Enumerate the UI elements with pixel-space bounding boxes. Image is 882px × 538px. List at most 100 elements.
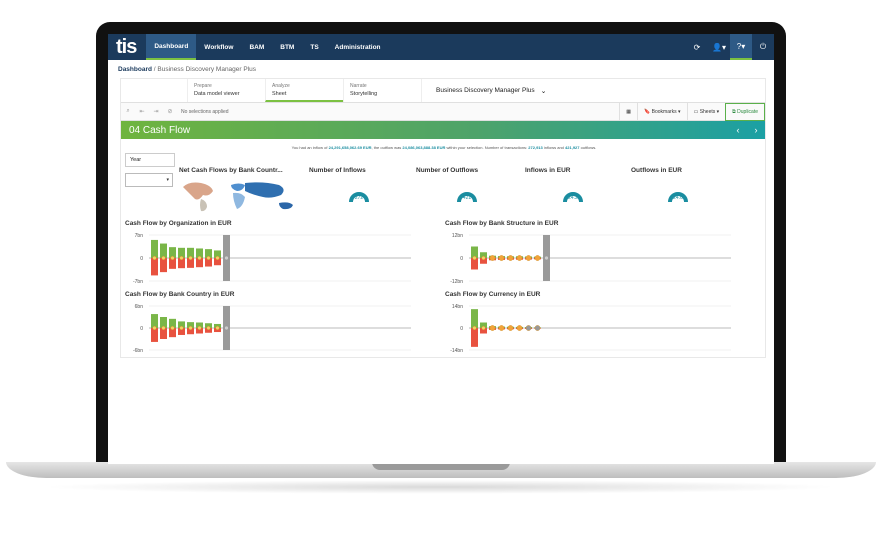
sheets-button[interactable]: ▭ Sheets ▾: [686, 102, 726, 121]
y-tick-label: -7bn: [133, 279, 143, 285]
net-marker: [489, 255, 496, 261]
net-marker: [489, 325, 496, 331]
breadcrumb-root[interactable]: Dashboard: [118, 66, 152, 73]
net-marker: [179, 256, 184, 261]
net-marker: [525, 325, 532, 331]
net-marker: [206, 326, 211, 331]
tis-logo[interactable]: tis: [108, 36, 146, 59]
tab-analyze[interactable]: Analyze Sheet: [265, 79, 343, 102]
map-region-africa: [233, 192, 245, 209]
gauge-outflows-count-value: 421: [463, 195, 472, 201]
tab-prepare-main: Data model viewer: [194, 91, 240, 97]
gauge-inflows-eur-value: 24.2: [568, 195, 578, 201]
outflow-bar: [151, 258, 158, 276]
help-icon[interactable]: ? ▾: [730, 34, 752, 60]
tab-analyze-main: Sheet: [272, 91, 287, 97]
laptop-shadow: [40, 480, 840, 494]
refresh-icon[interactable]: ⟳: [686, 34, 708, 60]
chart-currency[interactable]: 14bn 0 -14bn: [441, 300, 741, 358]
net-marker: [498, 325, 505, 331]
tab-analyze-small: Analyze: [272, 83, 290, 89]
chart-bank-structure[interactable]: 12bn 0 -12bn: [441, 229, 741, 289]
bookmarks-button[interactable]: 🔖 Bookmarks ▾: [637, 102, 687, 121]
year-filter[interactable]: Year: [125, 153, 175, 167]
net-marker: [161, 256, 166, 261]
net-marker: [188, 256, 193, 261]
chart-title-bank-structure: Cash Flow by Bank Structure in EUR: [445, 220, 559, 227]
grid-icon[interactable]: ▦: [619, 102, 637, 121]
map-title: Net Cash Flows by Bank Countr...: [179, 167, 283, 174]
y-tick-label: 0: [140, 326, 143, 332]
user-icon[interactable]: 👤▾: [708, 34, 730, 60]
gauge-outflows-eur: 24.0: [668, 192, 688, 203]
tab-narrate-main: Storytelling: [350, 91, 378, 97]
map-region-americas-south: [200, 199, 207, 212]
y-tick-label: -6bn: [133, 348, 143, 354]
net-marker: [534, 325, 541, 331]
filter-dropdown[interactable]: ▾: [125, 173, 173, 187]
y-tick-label: 0: [460, 256, 463, 262]
net-marker: [179, 326, 184, 331]
nav-btm[interactable]: BTM: [272, 34, 302, 60]
net-marker: [481, 326, 486, 331]
y-tick-label: -12bn: [450, 279, 463, 285]
app-title-dropdown[interactable]: Business Discovery Manager Plus ⌄: [421, 79, 547, 102]
screen: tis Dashboard Workflow BAM BTM TS Admini…: [108, 34, 774, 464]
kpi-title-outflows-eur: Outflows in EUR: [631, 167, 682, 174]
outflow-total: 24,086,063,888.38 EUR: [402, 145, 446, 150]
inflow-bar: [151, 239, 158, 258]
kpi-title-inflows-count: Number of Inflows: [309, 167, 366, 174]
app-tabs: Prepare Data model viewer Analyze Sheet …: [121, 79, 765, 103]
chart-title-bank-country: Cash Flow by Bank Country in EUR: [125, 291, 235, 298]
y-tick-label: 0: [460, 326, 463, 332]
net-marker: [206, 256, 211, 261]
chart-bank-country[interactable]: 6bn 0 -6bn: [121, 300, 421, 358]
tab-prepare[interactable]: Prepare Data model viewer: [187, 79, 265, 102]
sheet-header: 04 Cash Flow ‹ ›: [121, 121, 765, 139]
inflows-count: 272,913: [528, 145, 543, 150]
map-region-europe: [231, 183, 245, 191]
nav-bam[interactable]: BAM: [241, 34, 272, 60]
kpi-title-outflows-count: Number of Outflows: [416, 167, 479, 174]
map-region-asia: [245, 182, 284, 198]
nav-dashboard[interactable]: Dashboard: [146, 34, 197, 60]
step-forward-icon[interactable]: ⇥: [149, 108, 163, 115]
total-marker: [544, 255, 549, 261]
map-region-oceania: [279, 202, 293, 210]
chart-title-organization: Cash Flow by Organization in EUR: [125, 220, 232, 227]
gauge-inflows-count: 272: [349, 192, 369, 203]
y-tick-label: 7bn: [135, 233, 144, 239]
step-back-icon[interactable]: ⇤: [135, 108, 149, 115]
nav-ts[interactable]: TS: [302, 34, 326, 60]
world-map[interactable]: [179, 179, 307, 213]
tab-narrate[interactable]: Narrate Storytelling: [343, 79, 421, 102]
net-marker: [516, 255, 523, 261]
y-tick-label: 6bn: [135, 304, 144, 310]
chart-organization[interactable]: 7bn 0 -7bn: [121, 229, 421, 289]
net-marker: [525, 255, 532, 261]
breadcrumb-separator: /: [153, 66, 156, 73]
smart-search-icon[interactable]: ⌕: [121, 108, 135, 115]
duplicate-button[interactable]: ⧉ Duplicate: [725, 102, 765, 121]
net-marker: [197, 326, 202, 331]
gauge-inflows-eur: 24.2: [563, 192, 583, 203]
clear-selections-icon[interactable]: ⊘: [163, 108, 177, 115]
chart-title-currency: Cash Flow by Currency in EUR: [445, 291, 541, 298]
nav-workflow[interactable]: Workflow: [196, 34, 241, 60]
app-title: Business Discovery Manager Plus: [436, 87, 535, 94]
outflow-bar: [151, 328, 158, 342]
net-marker: [498, 255, 505, 261]
net-marker: [472, 326, 477, 331]
tab-narrate-small: Narrate: [350, 83, 367, 89]
prev-sheet-icon[interactable]: ‹: [729, 125, 747, 135]
y-tick-label: 14bn: [452, 304, 463, 310]
net-marker: [215, 326, 220, 331]
power-icon[interactable]: ⏻: [752, 34, 774, 60]
net-marker: [516, 325, 523, 331]
net-marker: [507, 255, 514, 261]
next-sheet-icon[interactable]: ›: [747, 125, 765, 135]
nav-administration[interactable]: Administration: [327, 34, 389, 60]
inflow-total: 24,291,658,062.69 EUR: [328, 145, 372, 150]
top-navigation: tis Dashboard Workflow BAM BTM TS Admini…: [108, 34, 774, 60]
net-marker: [481, 256, 486, 261]
